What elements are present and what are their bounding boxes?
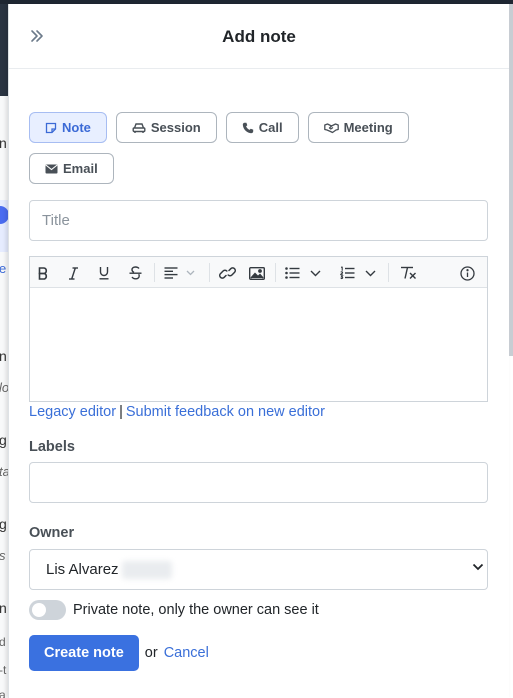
align-icon (164, 267, 177, 279)
labels-label: Labels (29, 439, 75, 455)
tab-meeting[interactable]: Meeting (307, 112, 409, 143)
background-text: s (0, 548, 6, 563)
tab-label: Meeting (343, 120, 393, 135)
private-note-toggle[interactable] (29, 600, 66, 620)
create-note-button[interactable]: Create note (29, 635, 139, 671)
rich-text-editor[interactable] (29, 256, 488, 402)
link-icon (218, 267, 236, 279)
tab-email[interactable]: Email (29, 153, 114, 184)
owner-label: Owner (29, 525, 75, 541)
italic-button[interactable] (66, 264, 80, 282)
activity-type-tabs: Note Session Call Meeting Email (29, 112, 489, 184)
phone-icon (242, 122, 253, 133)
legacy-editor-link[interactable]: Legacy editor (29, 404, 116, 420)
toolbar-divider (388, 263, 389, 282)
owner-select[interactable]: Lis Alvarez (29, 549, 488, 590)
or-text: or (144, 645, 158, 661)
numbered-list-icon (340, 266, 355, 280)
scrollbar[interactable] (509, 4, 513, 356)
underline-icon (99, 267, 109, 280)
background-text: a (0, 688, 6, 698)
clear-format-button[interactable] (399, 264, 417, 282)
clear-format-icon (400, 266, 416, 279)
drawer-title: Add note (222, 27, 296, 46)
image-icon (249, 266, 265, 280)
bullet-list-dropdown[interactable] (283, 264, 323, 282)
envelope-icon (45, 164, 58, 173)
chevron-down-icon (186, 270, 194, 276)
tab-session[interactable]: Session (115, 112, 217, 143)
add-note-drawer: Add note Note Session Call Meeting Email (8, 4, 513, 698)
background-text: e (0, 261, 7, 276)
toolbar-divider (275, 263, 276, 282)
background-text: -t (0, 663, 7, 677)
image-button[interactable] (248, 264, 266, 282)
form-actions: Create note or Cancel (29, 635, 209, 671)
background-text: g (0, 516, 7, 532)
cancel-link[interactable]: Cancel (164, 645, 209, 661)
link-button[interactable] (218, 264, 236, 282)
strikethrough-icon (129, 266, 141, 280)
background-text: n (0, 600, 7, 616)
align-dropdown[interactable] (161, 264, 197, 282)
numbered-list-dropdown[interactable] (338, 264, 378, 282)
labels-input[interactable] (29, 462, 488, 503)
title-input[interactable] (29, 200, 488, 241)
tab-note[interactable]: Note (29, 112, 107, 143)
underline-button[interactable] (97, 264, 111, 282)
toolbar-divider (154, 263, 155, 282)
handshake-icon (323, 122, 339, 133)
note-form: Note Session Call Meeting Email Title Le… (29, 112, 489, 671)
redacted-text (121, 560, 172, 579)
chevron-down-icon (365, 270, 376, 276)
private-note-label: Private note, only the owner can see it (73, 602, 319, 618)
tab-label: Email (63, 161, 98, 176)
note-icon (45, 122, 57, 133)
tab-call[interactable]: Call (225, 112, 299, 143)
tab-label: Call (258, 120, 283, 135)
private-note-row: Private note, only the owner can see it (29, 600, 319, 620)
background-text: n (0, 348, 7, 364)
background-text: d (0, 635, 6, 649)
car-icon (132, 122, 146, 133)
editor-toolbar (30, 257, 487, 288)
tab-label: Session (150, 120, 201, 135)
italic-icon (68, 266, 78, 280)
strikethrough-button[interactable] (128, 264, 142, 282)
info-button[interactable] (459, 264, 475, 282)
background-text: n (0, 135, 7, 151)
toolbar-divider (209, 263, 210, 282)
info-icon (459, 265, 475, 281)
owner-value: Lis Alvarez (46, 561, 119, 578)
drawer-header: Add note (9, 4, 509, 69)
toggle-knob (32, 603, 46, 617)
bold-icon (38, 266, 47, 280)
editor-links: Legacy editor | Submit feedback on new edi… (29, 404, 325, 420)
submit-feedback-link[interactable]: Submit feedback on new editor (126, 404, 325, 420)
bold-button[interactable] (36, 264, 50, 282)
chevron-down-icon (310, 270, 321, 276)
chevron-down-icon (472, 563, 484, 571)
background-text: g (0, 432, 7, 448)
bullet-list-icon (285, 267, 300, 279)
link-separator: | (119, 404, 123, 420)
tab-label: Note (62, 120, 91, 135)
